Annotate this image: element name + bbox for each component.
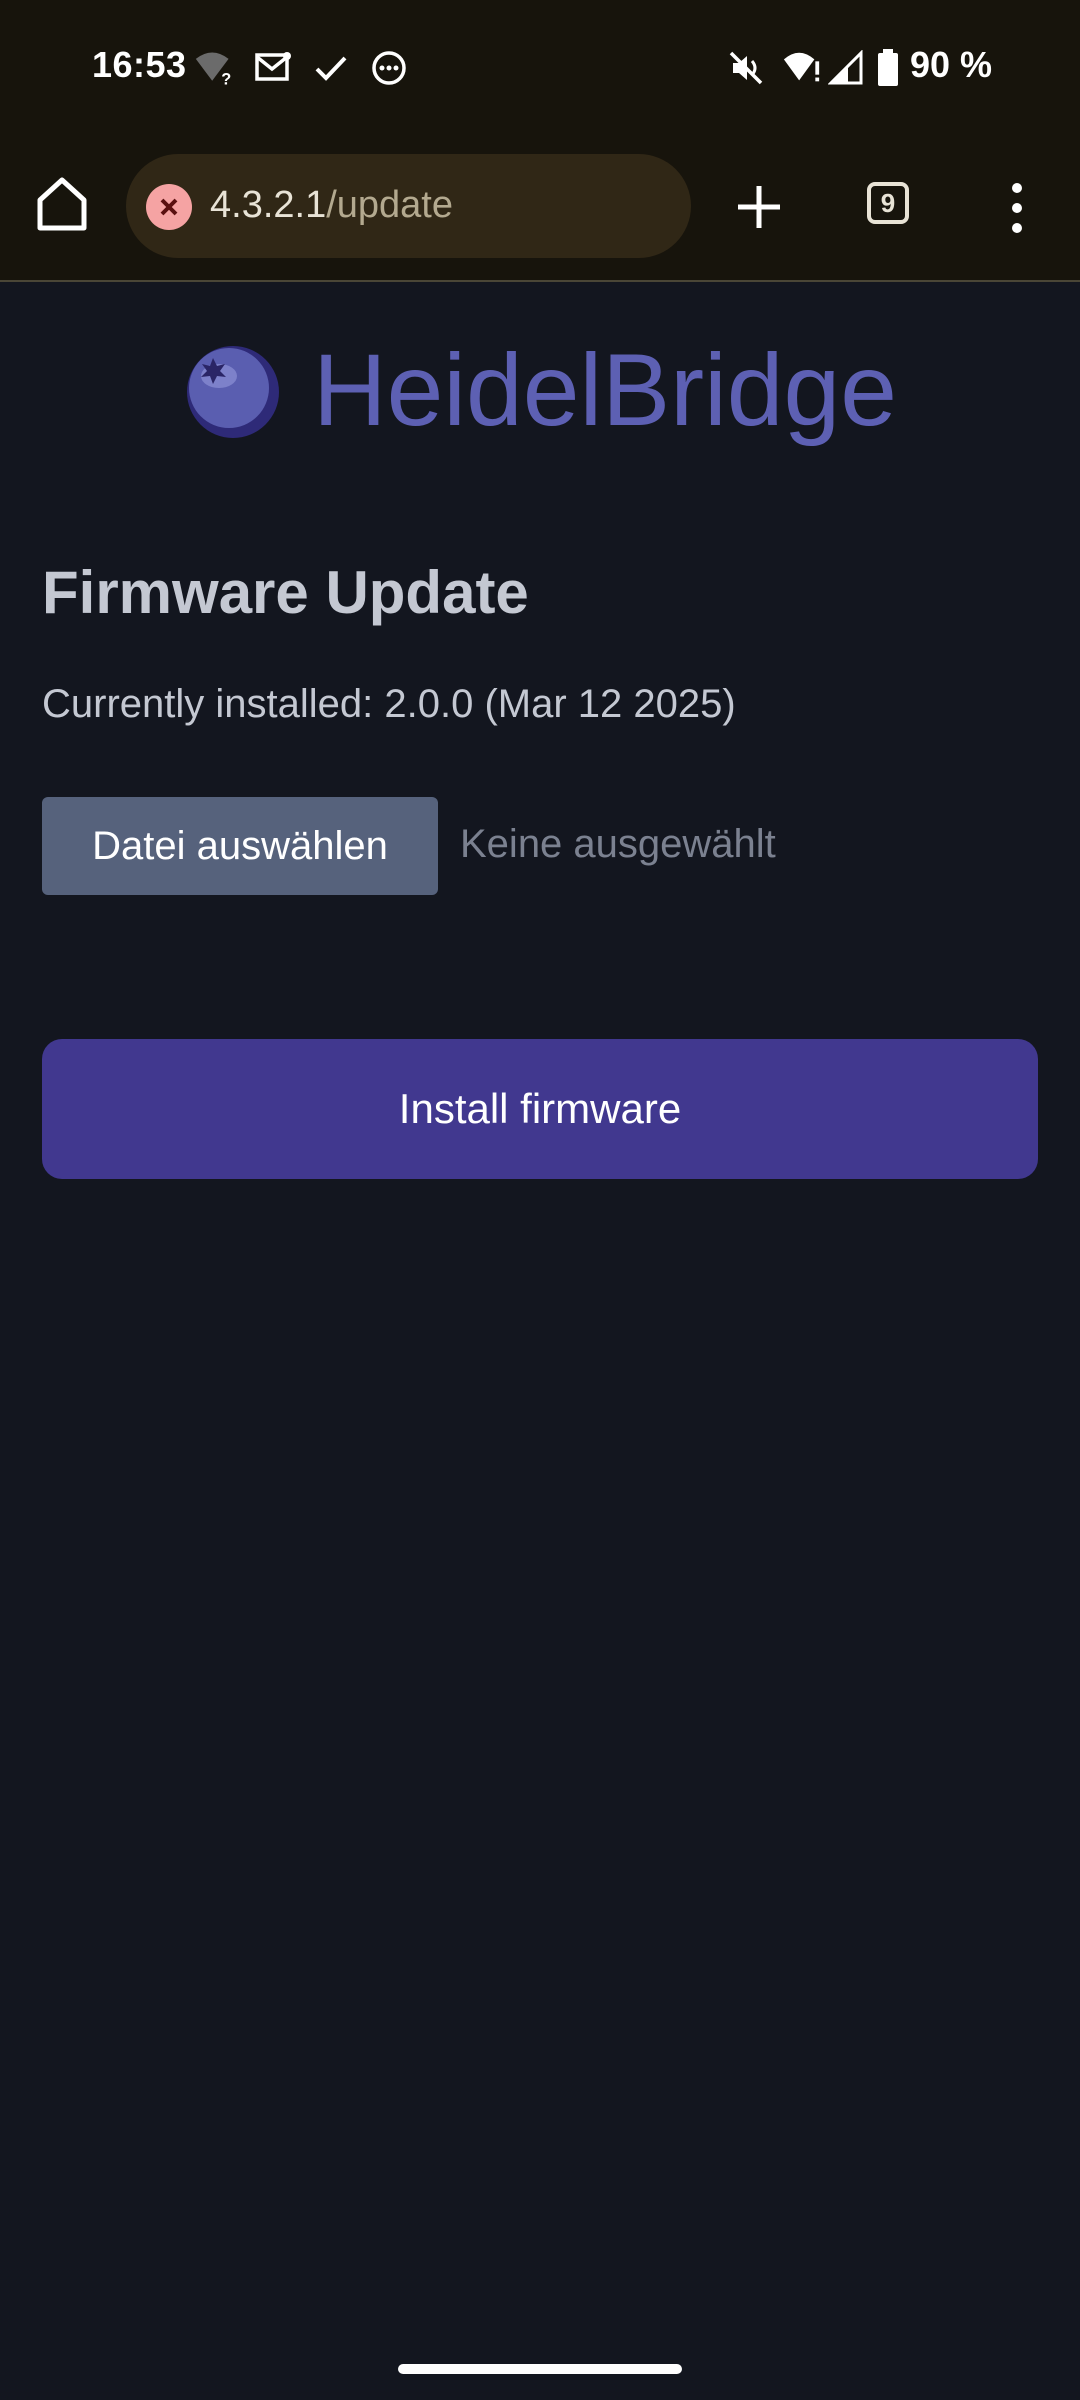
installed-version-text: Currently installed: 2.0.0 (Mar 12 2025) xyxy=(42,682,736,726)
choose-file-button[interactable]: Datei auswählen xyxy=(42,797,438,895)
new-tab-icon[interactable] xyxy=(734,182,784,232)
address-bar[interactable]: 4.3.2.1/update xyxy=(126,154,691,258)
battery-percentage: 90 % xyxy=(910,44,993,85)
url-text: 4.3.2.1/update xyxy=(210,184,453,227)
more-horiz-icon xyxy=(369,48,409,88)
mute-icon xyxy=(726,48,766,88)
signal-icon xyxy=(826,48,866,88)
mail-icon xyxy=(253,48,293,88)
wifi-icon xyxy=(782,48,822,88)
file-status-text: Keine ausgewählt xyxy=(460,822,776,866)
status-time: 16:53 xyxy=(92,44,187,85)
status-bar: 16:53 ? 90 % xyxy=(0,0,1080,132)
not-secure-icon[interactable] xyxy=(146,184,192,230)
blueberry-icon xyxy=(183,340,283,440)
wifi-unknown-icon: ? xyxy=(194,48,234,88)
page-title: Firmware Update xyxy=(42,559,529,626)
svg-text:?: ? xyxy=(221,70,231,88)
browser-toolbar: 4.3.2.1/update 9 xyxy=(0,132,1080,282)
battery-icon xyxy=(868,48,908,88)
install-firmware-button[interactable]: Install firmware xyxy=(42,1039,1038,1179)
check-icon xyxy=(311,48,351,88)
url-path: /update xyxy=(326,184,454,226)
home-icon[interactable] xyxy=(34,174,90,234)
gesture-home-indicator[interactable] xyxy=(398,2364,682,2374)
tab-count-button[interactable]: 9 xyxy=(867,182,909,224)
brand-name: HeidelBridge xyxy=(312,332,897,447)
brand-header: HeidelBridge xyxy=(0,330,1080,450)
url-host: 4.3.2.1 xyxy=(210,184,327,226)
more-vert-icon[interactable] xyxy=(1008,180,1026,236)
